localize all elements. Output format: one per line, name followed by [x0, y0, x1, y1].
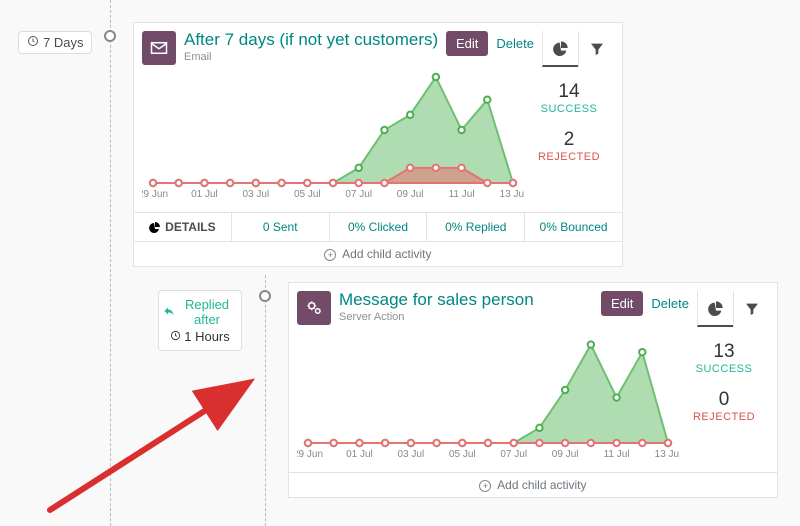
timeline-line-child — [265, 275, 266, 526]
delete-link[interactable]: Delete — [643, 291, 697, 316]
annotation-arrow-icon — [45, 350, 275, 520]
success-label: SUCCESS — [679, 363, 769, 375]
clock-icon — [170, 329, 181, 344]
activity-title[interactable]: Message for sales person — [339, 291, 597, 310]
timeline-marker-child — [259, 290, 271, 302]
wait-badge-text: 7 Days — [43, 35, 83, 50]
svg-text:05 Jul: 05 Jul — [449, 449, 476, 460]
chart-mini: 29 Jun 01 Jul 03 Jul 05 Jul 07 Jul 09 Jul 11 J… — [297, 331, 679, 464]
chart-mini: 29 Jun 01 Jul 03 Jul 05 Jul 07 Jul 09 Jul 11 J… — [142, 71, 524, 204]
filter-icon[interactable] — [733, 291, 769, 327]
replied-after-label: Replied after — [177, 297, 237, 327]
rejected-label: REJECTED — [679, 411, 769, 423]
filter-icon[interactable] — [578, 31, 614, 67]
activity-card: After 7 days (if not yet customers) Emai… — [133, 22, 623, 267]
plus-icon: + — [479, 480, 491, 492]
edit-button[interactable]: Edit — [601, 291, 643, 316]
metric-clicked[interactable]: 0% Clicked — [330, 213, 428, 241]
activity-card: Message for sales person Server Action E… — [288, 282, 778, 498]
svg-text:05 Jul: 05 Jul — [294, 189, 321, 200]
svg-text:11 Jul: 11 Jul — [604, 449, 630, 460]
metric-replied[interactable]: 0% Replied — [427, 213, 525, 241]
timeline-line — [110, 0, 111, 526]
plus-icon: + — [324, 249, 336, 261]
rejected-count: 2 — [524, 129, 614, 151]
edit-button[interactable]: Edit — [446, 31, 488, 56]
svg-text:01 Jul: 01 Jul — [346, 449, 373, 460]
replied-after-badge: Replied after 1 Hours — [158, 290, 242, 351]
svg-text:09 Jul: 09 Jul — [397, 189, 424, 200]
svg-text:03 Jul: 03 Jul — [398, 449, 425, 460]
svg-text:11 Jul: 11 Jul — [449, 189, 475, 200]
svg-text:07 Jul: 07 Jul — [345, 189, 372, 200]
metric-sent[interactable]: 0 Sent — [232, 213, 330, 241]
metrics-row: DETAILS 0 Sent 0% Clicked 0% Replied 0% … — [134, 212, 622, 241]
svg-text:29 Jun: 29 Jun — [297, 449, 323, 460]
rejected-label: REJECTED — [524, 151, 614, 163]
pie-chart-icon[interactable] — [697, 291, 733, 327]
clock-icon — [27, 35, 39, 50]
success-count: 14 — [524, 81, 614, 103]
success-count: 13 — [679, 341, 769, 363]
activity-title[interactable]: After 7 days (if not yet customers) — [184, 31, 442, 50]
wait-badge: 7 Days — [18, 31, 92, 54]
activity-subtitle: Email — [184, 51, 442, 63]
reply-icon — [163, 305, 175, 320]
cogs-icon — [297, 291, 331, 325]
add-child-activity[interactable]: + Add child activity — [289, 472, 777, 497]
svg-text:13 Jul: 13 Jul — [500, 189, 524, 200]
svg-text:03 Jul: 03 Jul — [243, 189, 270, 200]
svg-text:09 Jul: 09 Jul — [552, 449, 579, 460]
replied-after-duration: 1 Hours — [184, 329, 230, 344]
add-child-activity[interactable]: + Add child activity — [134, 241, 622, 266]
svg-text:13 Jul: 13 Jul — [655, 449, 679, 460]
pie-chart-icon[interactable] — [542, 31, 578, 67]
delete-link[interactable]: Delete — [488, 31, 542, 56]
svg-text:01 Jul: 01 Jul — [191, 189, 218, 200]
details-tab[interactable]: DETAILS — [134, 213, 232, 241]
timeline-marker — [104, 30, 116, 42]
svg-text:29 Jun: 29 Jun — [142, 189, 168, 200]
success-label: SUCCESS — [524, 103, 614, 115]
svg-text:07 Jul: 07 Jul — [500, 449, 527, 460]
metric-bounced[interactable]: 0% Bounced — [525, 213, 622, 241]
activity-subtitle: Server Action — [339, 311, 597, 323]
rejected-count: 0 — [679, 389, 769, 411]
email-icon — [142, 31, 176, 65]
